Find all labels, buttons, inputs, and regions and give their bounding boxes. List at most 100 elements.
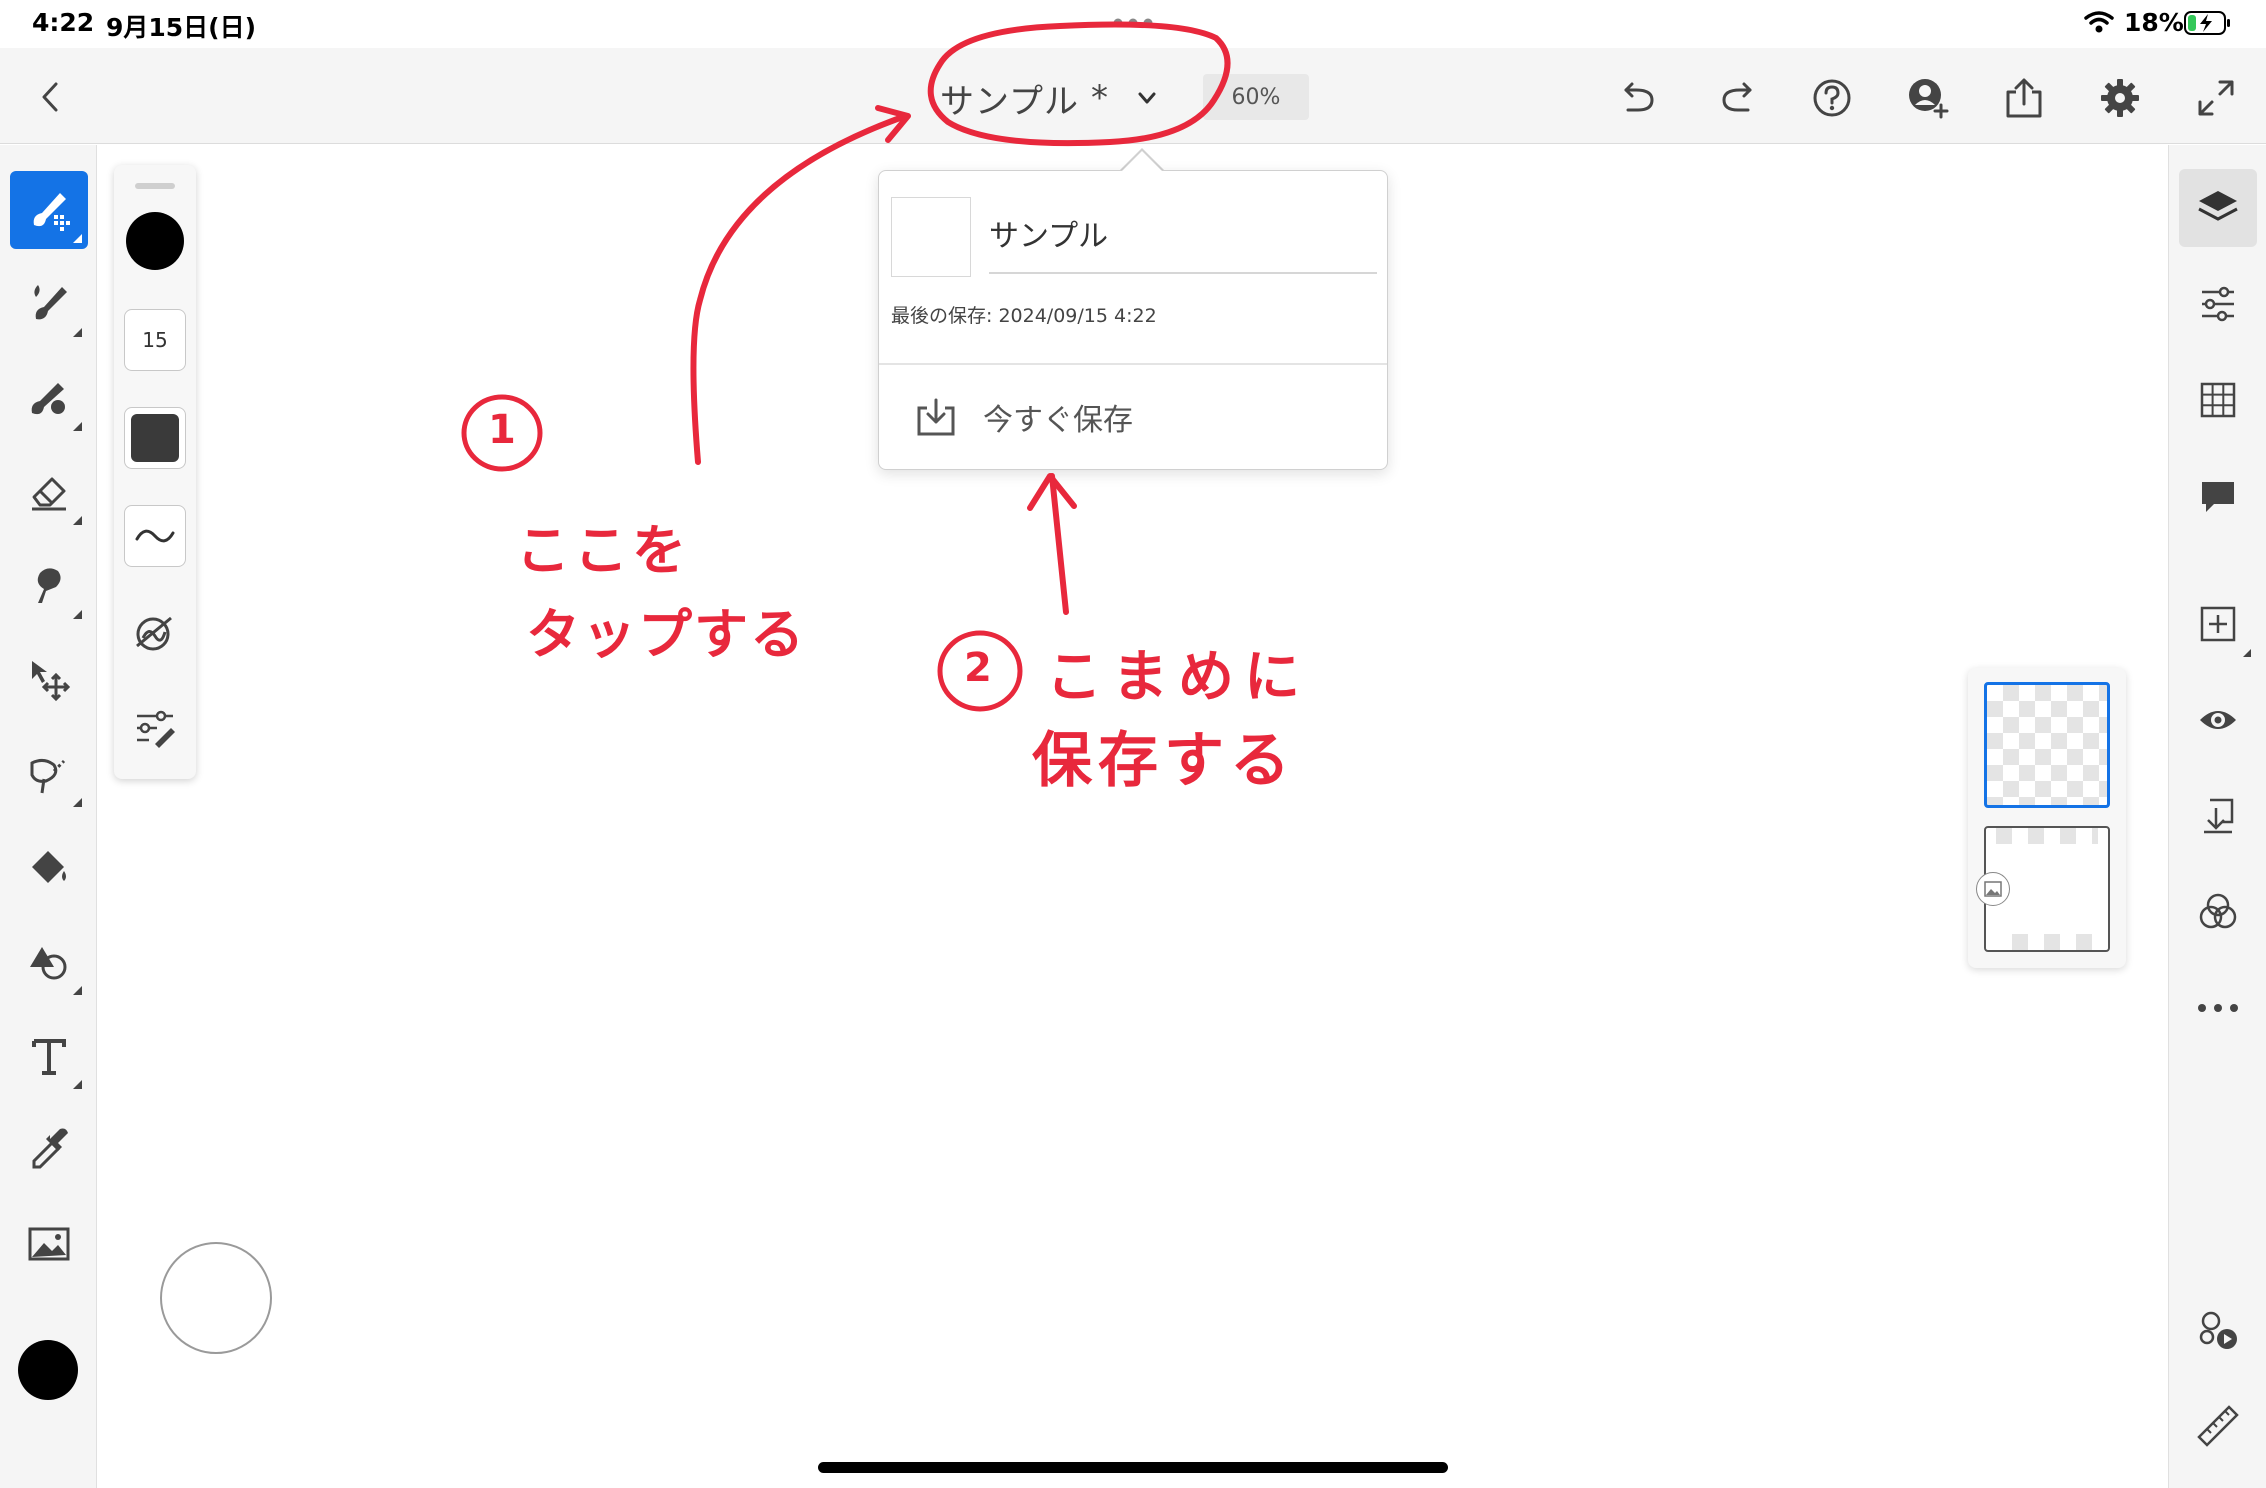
gear-icon	[2101, 79, 2139, 117]
comment-icon	[2202, 482, 2234, 512]
color-swatch[interactable]	[18, 1340, 78, 1400]
tool-selection[interactable]	[10, 735, 88, 813]
arrow-head-2	[1027, 473, 1077, 511]
tool-transform[interactable]	[10, 641, 88, 719]
opacity-swatch	[131, 414, 179, 462]
help-button[interactable]	[1804, 70, 1860, 126]
blend-circles-icon	[2199, 893, 2237, 929]
smudge-icon	[37, 568, 61, 603]
layers-icon	[2198, 191, 2238, 221]
brush-size-value: 15	[142, 328, 168, 352]
text-tool-icon	[32, 1039, 66, 1075]
panel-handle[interactable]	[135, 183, 175, 189]
tool-options-indicator	[73, 328, 82, 337]
tool-live-brush[interactable]	[10, 265, 88, 343]
brush-settings-icon	[137, 710, 175, 748]
tool-options-indicator	[73, 1080, 82, 1089]
name-field-underline	[989, 272, 1377, 274]
document-title: サンプル	[940, 81, 1079, 122]
arrow-to-title	[690, 115, 903, 465]
tool-options-indicator	[73, 610, 82, 619]
left-tool-rail	[0, 145, 97, 1488]
brush-settings-panel: 15	[114, 165, 196, 779]
settings-button[interactable]	[2092, 70, 2148, 126]
fullscreen-button[interactable]	[2188, 70, 2244, 126]
merge-down-button[interactable]	[2179, 777, 2257, 855]
paint-bucket-icon	[32, 851, 66, 883]
tool-smudge[interactable]	[10, 547, 88, 625]
pressure-button[interactable]	[124, 603, 186, 665]
chevron-down-icon	[1138, 92, 1156, 104]
grid-button[interactable]	[2179, 361, 2257, 439]
grid-icon	[2200, 382, 2236, 418]
tool-text[interactable]	[10, 1017, 88, 1095]
invite-user-icon	[1909, 79, 1949, 119]
document-title-button[interactable]: サンプル *	[940, 70, 1180, 126]
undo-icon	[1624, 82, 1654, 112]
step1-circle	[461, 394, 543, 472]
tool-options-indicator	[73, 798, 82, 807]
libraries-icon	[2199, 1311, 2237, 1349]
last-saved-text: 最後の保存: 2024/09/15 4:22	[891, 305, 1157, 327]
document-name-field[interactable]: サンプル	[989, 211, 1108, 255]
tool-options-indicator	[73, 516, 82, 525]
tool-fill[interactable]	[10, 829, 88, 907]
ruler-button[interactable]	[2179, 1387, 2257, 1465]
step1-text-line1: ここを	[516, 519, 690, 582]
layer-thumbnail-active[interactable]	[1984, 682, 2110, 808]
visibility-button[interactable]	[2179, 681, 2257, 759]
tool-paint-brush[interactable]	[10, 171, 88, 249]
home-indicator[interactable]	[818, 1462, 1448, 1473]
layer-properties-button[interactable]	[2179, 265, 2257, 343]
ruler-icon	[2197, 1405, 2239, 1447]
tool-eraser[interactable]	[10, 453, 88, 531]
brush-cursor-preview	[160, 1242, 272, 1354]
libraries-button[interactable]	[2179, 1291, 2257, 1369]
tool-image[interactable]	[10, 1205, 88, 1283]
right-tool-rail	[2168, 145, 2266, 1488]
add-layer-button[interactable]	[2179, 585, 2257, 663]
popover-arrow-fill	[1122, 151, 1162, 171]
redo-button[interactable]	[1708, 70, 1764, 126]
brush-smoothing-button[interactable]	[124, 505, 186, 567]
tool-shape[interactable]	[10, 923, 88, 1001]
back-icon	[42, 82, 58, 112]
add-layer-icon	[2200, 606, 2236, 642]
unsaved-marker: *	[1090, 78, 1108, 118]
move-transform-icon	[32, 661, 71, 702]
brush-opacity-button[interactable]	[124, 407, 186, 469]
sliders-icon	[2202, 286, 2234, 322]
layers-button[interactable]	[2179, 169, 2257, 247]
tool-eyedropper[interactable]	[10, 1111, 88, 1189]
share-icon	[2006, 78, 2042, 118]
pressure-icon	[136, 616, 172, 651]
save-download-icon	[917, 398, 955, 436]
tool-options-indicator	[73, 234, 82, 243]
arrow-to-save	[1049, 473, 1069, 615]
eyedropper-icon	[32, 1128, 68, 1169]
status-time: 4:22	[32, 8, 95, 37]
brush-size-button[interactable]: 15	[124, 309, 186, 371]
layer-thumbnail-background[interactable]	[1976, 826, 2110, 952]
step2-text-line1: こまめに	[1046, 645, 1310, 710]
back-button[interactable]	[30, 72, 70, 122]
save-popover: サンプル 最後の保存: 2024/09/15 4:22 今すぐ保存	[878, 170, 1388, 470]
zoom-level[interactable]: 60%	[1203, 74, 1309, 120]
brush-settings-button[interactable]	[124, 695, 186, 757]
image-icon	[28, 1227, 70, 1261]
blend-mode-button[interactable]	[2179, 873, 2257, 951]
lasso-select-icon	[30, 758, 66, 794]
more-options-button[interactable]	[2179, 969, 2257, 1047]
brush-color[interactable]	[126, 212, 184, 270]
share-button[interactable]	[1996, 70, 2052, 126]
battery-percent: 18%	[2124, 8, 2184, 37]
save-now-button[interactable]: 今すぐ保存	[879, 365, 1387, 469]
step2-text-line2: 保存する	[1032, 726, 1296, 796]
battery-charging-icon	[2184, 11, 2230, 35]
undo-button[interactable]	[1612, 70, 1668, 126]
invite-button[interactable]	[1900, 70, 1956, 126]
comments-button[interactable]	[2179, 457, 2257, 535]
multitasking-dots-icon[interactable]	[1110, 18, 1156, 28]
tool-pixel-brush[interactable]	[10, 359, 88, 437]
help-icon	[1813, 79, 1851, 117]
